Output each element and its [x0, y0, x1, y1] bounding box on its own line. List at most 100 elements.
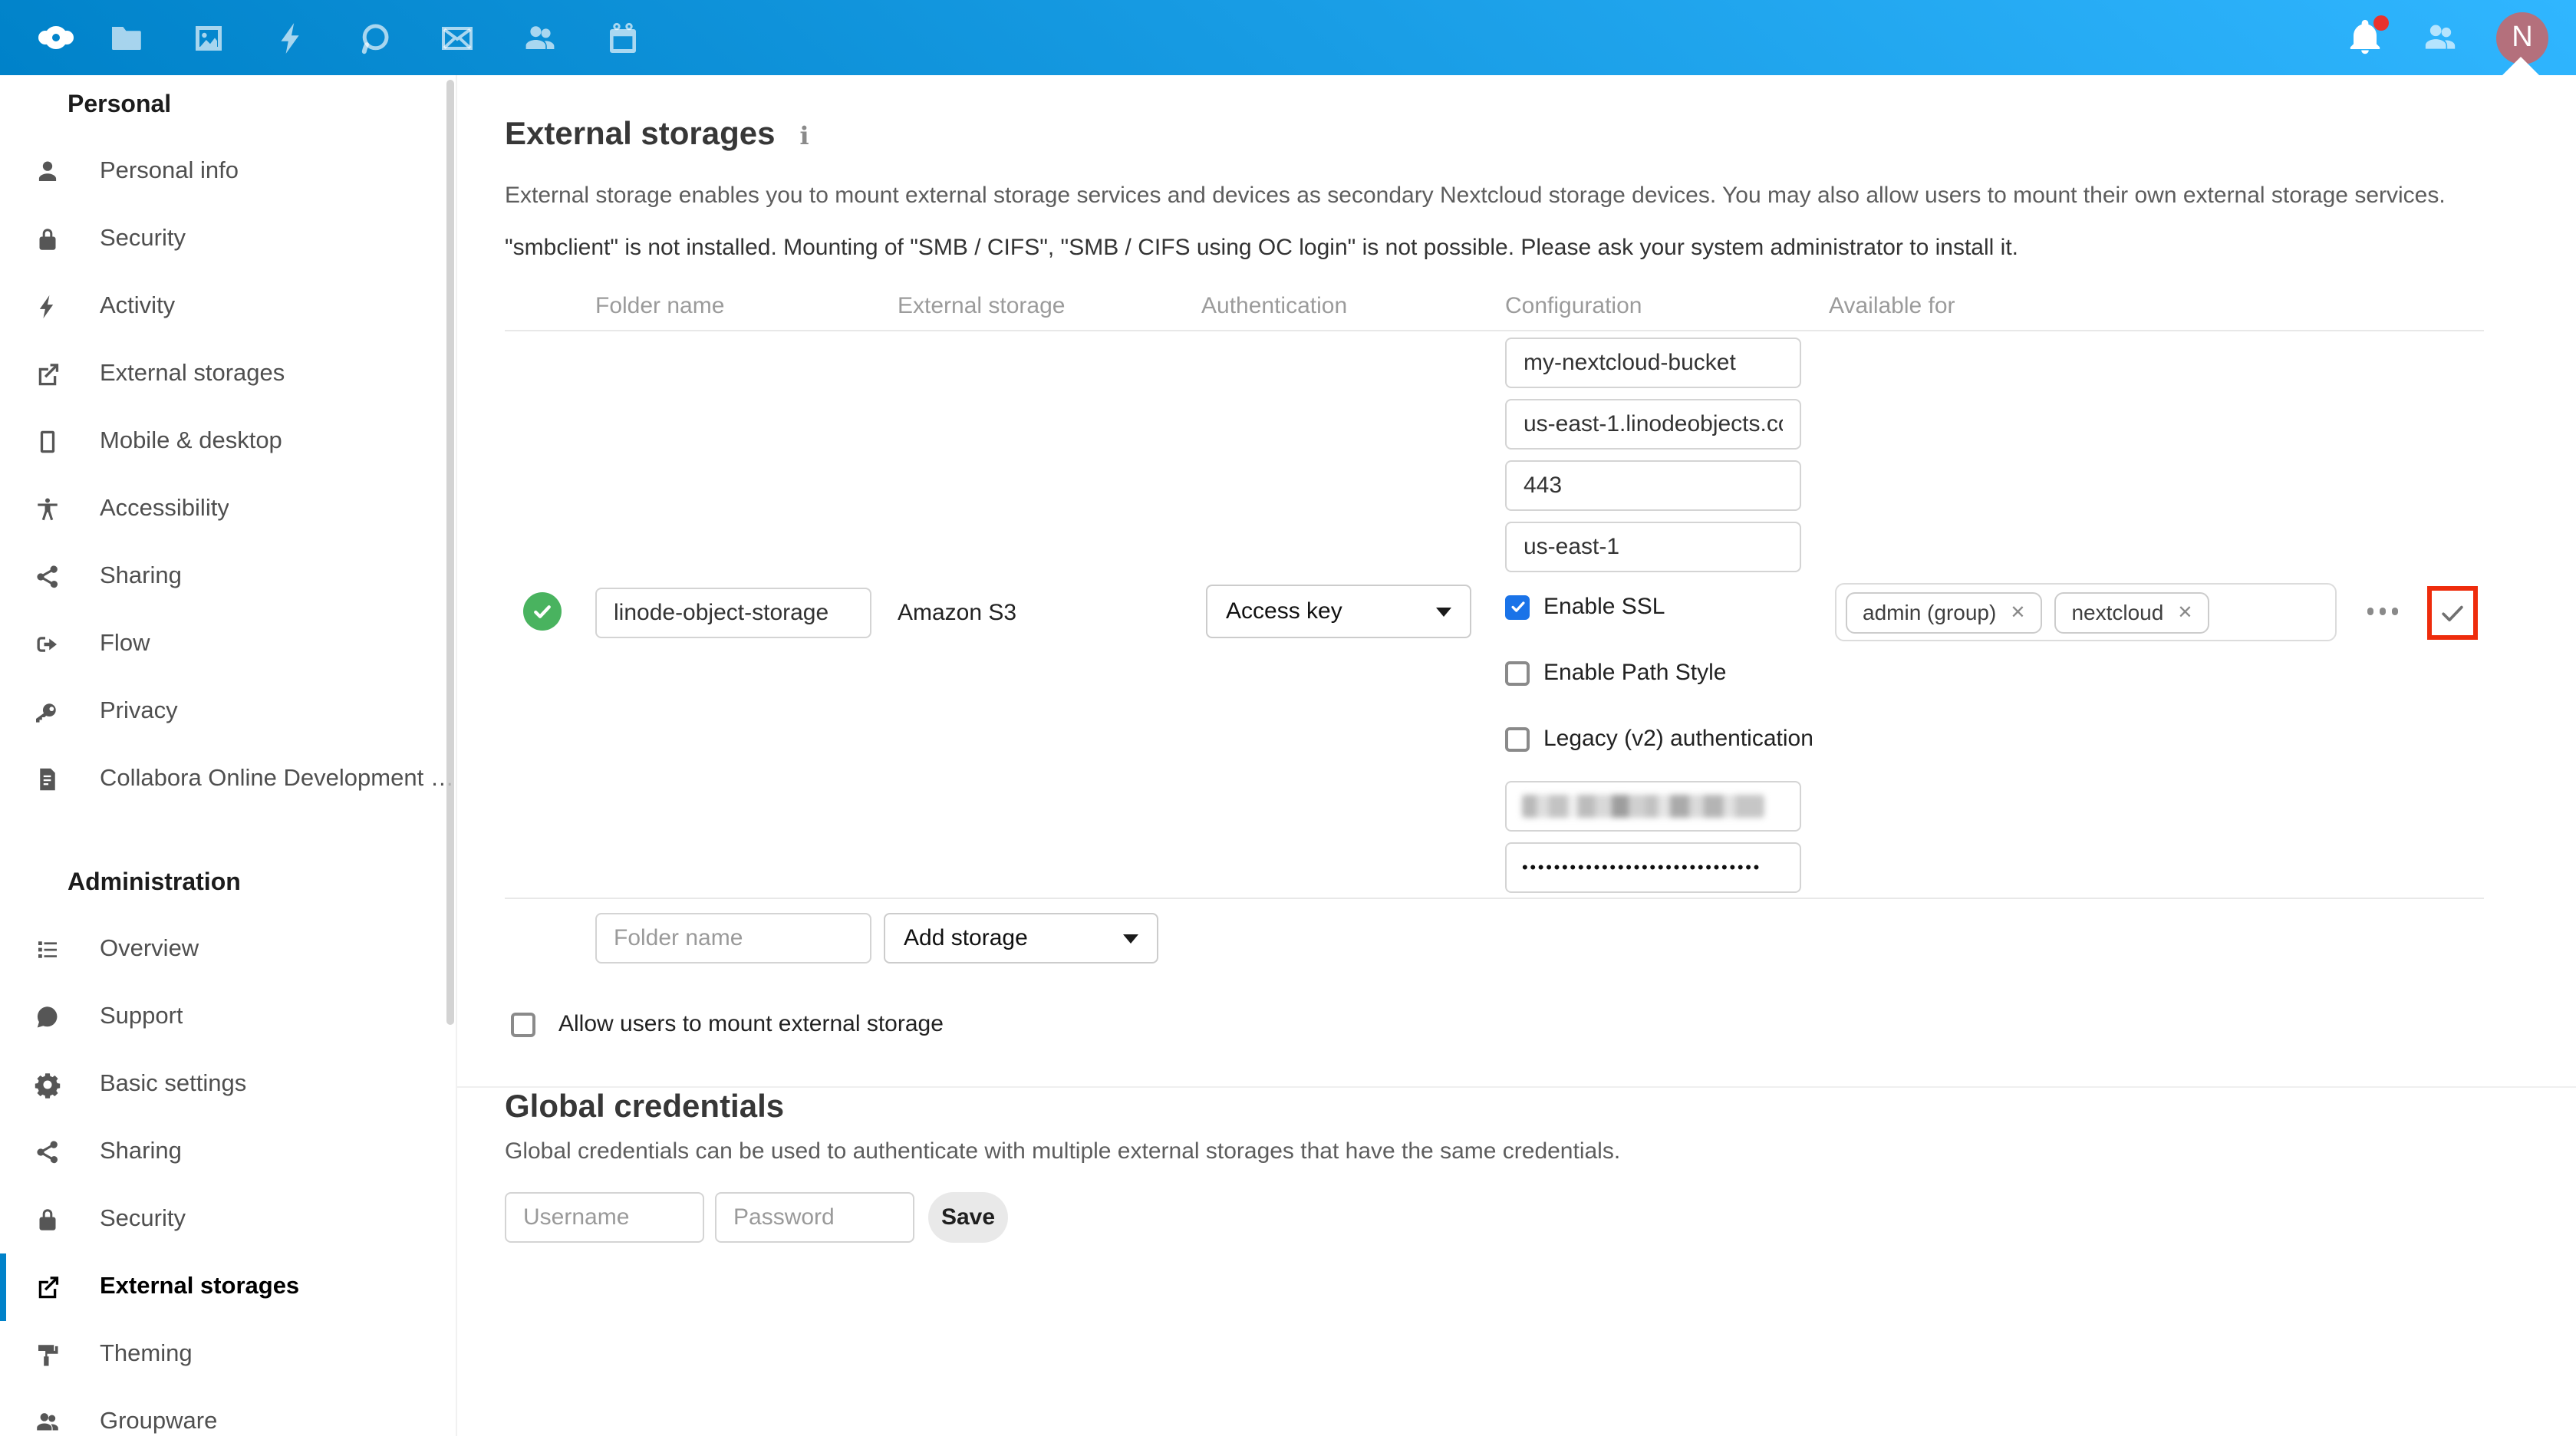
files-icon[interactable] [107, 19, 144, 56]
lightning-icon [34, 293, 61, 321]
checkbox-unchecked-icon[interactable] [1505, 726, 1530, 751]
flow-icon [34, 631, 61, 658]
sidebar-item-external-storages-personal[interactable]: External storages [0, 341, 456, 408]
photos-icon[interactable] [190, 19, 227, 56]
hostname-input[interactable] [1505, 399, 1801, 450]
sidebar-item-accessibility[interactable]: Accessibility [0, 476, 456, 543]
global-credentials-description: Global credentials can be used to authen… [505, 1138, 1620, 1164]
sidebar-item-support[interactable]: Support [0, 983, 456, 1051]
sidebar-item-privacy[interactable]: Privacy [0, 678, 456, 746]
sidebar-scrollbar[interactable] [446, 80, 454, 1025]
sidebar-item-label: Basic settings [100, 1071, 246, 1099]
share-icon [34, 563, 61, 591]
chip-label: admin (group) [1863, 600, 1996, 624]
sidebar-item-mobile-desktop[interactable]: Mobile & desktop [0, 408, 456, 476]
sidebar-item-personal-info[interactable]: Personal info [0, 138, 456, 206]
notifications-bell-icon[interactable] [2346, 18, 2384, 57]
global-username-input[interactable] [505, 1192, 704, 1243]
password-mask: •••••••••••••••••••••••••••••• [1522, 858, 1761, 877]
sidebar-item-label: Privacy [100, 698, 178, 726]
legacy-auth-label: Legacy (v2) authentication [1543, 726, 1813, 752]
sidebar-section-administration: Administration [0, 864, 456, 902]
calendar-icon[interactable] [604, 19, 641, 56]
legacy-auth-checkbox-row[interactable]: Legacy (v2) authentication [1505, 726, 1813, 752]
ellipsis-menu-button[interactable] [2354, 598, 2412, 624]
sidebar-item-label: Theming [100, 1341, 193, 1369]
activity-icon[interactable] [273, 19, 310, 56]
checkbox-unchecked-icon[interactable] [1505, 660, 1530, 685]
paint-roller-icon [34, 1341, 61, 1369]
enable-ssl-checkbox-row[interactable]: Enable SSL [1505, 594, 1665, 620]
sidebar-item-flow[interactable]: Flow [0, 611, 456, 678]
talk-icon[interactable] [356, 19, 393, 56]
save-button[interactable]: Save [928, 1192, 1008, 1243]
avatar[interactable]: N [2496, 12, 2548, 64]
sidebar-item-security-admin[interactable]: Security [0, 1186, 456, 1253]
checkbox-checked-icon[interactable] [1505, 595, 1530, 619]
enable-ssl-label: Enable SSL [1543, 594, 1665, 620]
bucket-input[interactable] [1505, 338, 1801, 388]
ellipsis-icon [2367, 608, 2374, 615]
smbclient-warning-text: "smbclient" is not installed. Mounting o… [505, 235, 2018, 261]
sidebar-item-collabora[interactable]: Collabora Online Development Edit... [0, 746, 456, 813]
access-key-input-redacted[interactable] [1505, 781, 1801, 832]
sidebar-item-groupware[interactable]: Groupware [0, 1388, 456, 1456]
chip-label: nextcloud [2071, 600, 2163, 624]
column-header-external-storage: External storage [898, 281, 1065, 331]
sidebar-item-label: Personal info [100, 158, 239, 186]
remove-chip-icon[interactable]: ✕ [2177, 603, 2192, 621]
global-password-input[interactable] [715, 1192, 914, 1243]
sidebar-item-basic-settings[interactable]: Basic settings [0, 1051, 456, 1118]
available-for-chip: admin (group) ✕ [1846, 591, 2042, 633]
confirm-save-row-button[interactable] [2427, 586, 2478, 640]
port-input[interactable] [1505, 460, 1801, 511]
sidebar-item-label: Overview [100, 936, 199, 964]
sidebar-item-label: Sharing [100, 563, 182, 591]
enable-path-style-label: Enable Path Style [1543, 660, 1727, 686]
authentication-select[interactable]: Access key [1206, 585, 1471, 638]
checkbox-unchecked-icon[interactable] [511, 1012, 535, 1036]
column-header-configuration: Configuration [1505, 281, 1642, 331]
check-circle-icon [523, 592, 562, 631]
sidebar-item-external-storages-admin[interactable]: External storages [0, 1253, 456, 1321]
section-divider [457, 1086, 2576, 1088]
intro-text: External storage enables you to mount ex… [505, 183, 2446, 209]
column-header-authentication: Authentication [1201, 281, 1347, 331]
sidebar-item-label: External storages [100, 1273, 299, 1301]
folder-name-input[interactable] [595, 588, 871, 638]
add-storage-select[interactable]: Add storage [884, 913, 1158, 964]
table-bottom-border [505, 898, 2484, 899]
sidebar-item-sharing-admin[interactable]: Sharing [0, 1118, 456, 1186]
checkmark-icon [2438, 598, 2467, 628]
phone-icon [34, 428, 61, 456]
speech-bubble-icon [34, 1003, 61, 1031]
remove-chip-icon[interactable]: ✕ [2010, 603, 2025, 621]
sidebar-section-personal: Personal [0, 86, 456, 124]
enable-path-style-checkbox-row[interactable]: Enable Path Style [1505, 660, 1727, 686]
sidebar-item-security-personal[interactable]: Security [0, 206, 456, 273]
sidebar-item-label: Flow [100, 631, 150, 658]
sidebar-item-overview[interactable]: Overview [0, 916, 456, 983]
secret-key-input[interactable]: •••••••••••••••••••••••••••••• [1505, 842, 1801, 893]
page-title-row: External storages ℹ [505, 117, 809, 153]
sidebar-item-sharing-personal[interactable]: Sharing [0, 543, 456, 611]
available-for-input[interactable]: admin (group) ✕ nextcloud ✕ [1835, 583, 2337, 641]
nextcloud-settings-window: N Personal Personal info Security Activi… [0, 0, 2576, 1436]
share-icon [34, 1138, 61, 1166]
region-input[interactable] [1505, 522, 1801, 572]
info-icon[interactable]: ℹ [800, 120, 809, 150]
sidebar-item-theming[interactable]: Theming [0, 1321, 456, 1388]
allow-users-checkbox-row[interactable]: Allow users to mount external storage [511, 1011, 944, 1037]
sidebar-item-label: External storages [100, 361, 285, 388]
redaction-blur [1522, 795, 1764, 818]
nextcloud-logo[interactable] [38, 26, 74, 49]
sidebar-item-activity[interactable]: Activity [0, 273, 456, 341]
content-notch [2502, 57, 2539, 75]
contacts-icon[interactable] [522, 19, 558, 56]
column-header-available-for: Available for [1829, 281, 1955, 331]
new-folder-name-input[interactable] [595, 913, 871, 964]
chevron-down-icon [1436, 607, 1451, 616]
user-icon [34, 158, 61, 186]
contacts-menu-icon[interactable] [2421, 18, 2459, 57]
mail-icon[interactable] [439, 19, 476, 56]
